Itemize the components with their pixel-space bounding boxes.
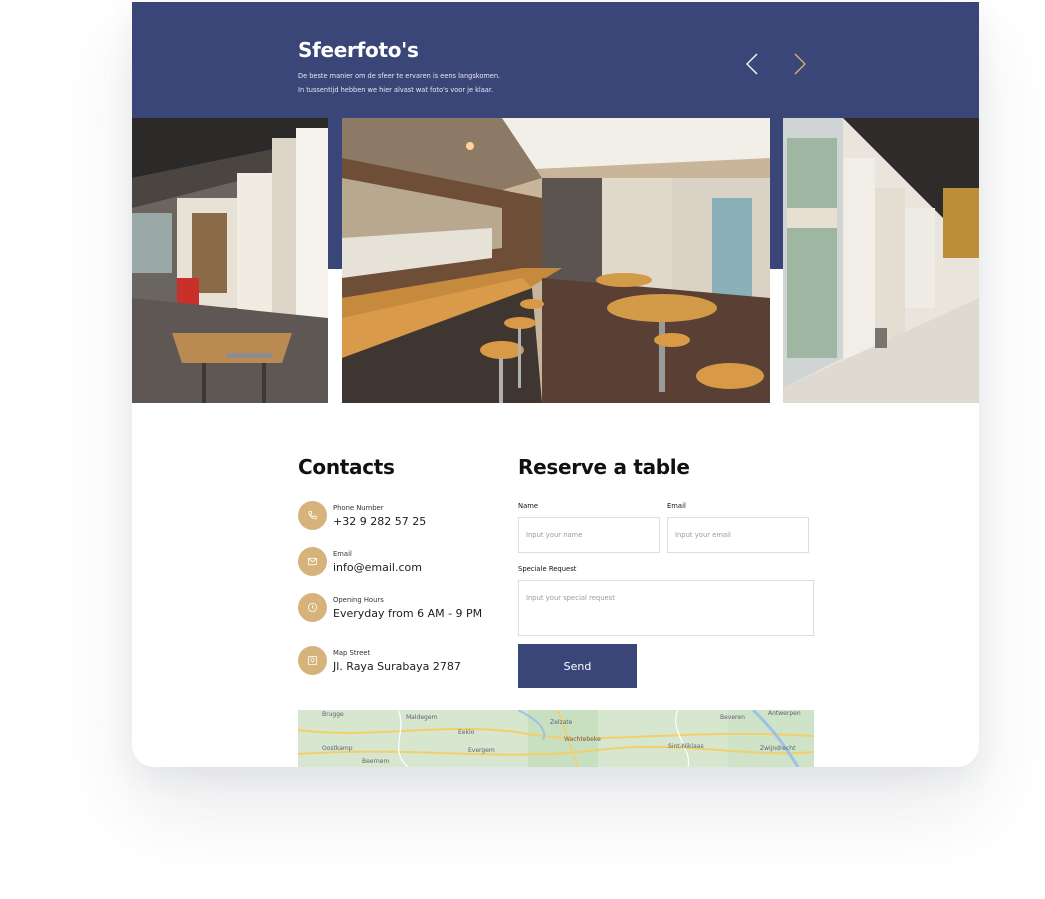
gallery-next-button[interactable]	[786, 52, 810, 76]
contact-value: +32 9 282 57 25	[333, 515, 427, 528]
contact-label: Phone Number	[333, 504, 384, 512]
restaurant-interior-image	[132, 118, 328, 403]
gallery-photo-1[interactable]	[132, 118, 328, 403]
contact-label: Map Street	[333, 649, 371, 657]
send-button[interactable]: Send	[518, 644, 637, 688]
gallery-subtitle: De beste manier om de sfeer te ervaren i…	[298, 69, 558, 97]
reserve-title: Reserve a table	[518, 455, 690, 479]
gallery-prev-button[interactable]	[742, 52, 766, 76]
contact-value: info@email.com	[333, 561, 422, 574]
map-label-evergem: Evergem	[468, 747, 495, 754]
email-input[interactable]	[667, 517, 809, 553]
mail-icon	[298, 547, 327, 576]
location-map[interactable]: Brugge Maldegem Eeklo Zelzate Beveren An…	[298, 710, 814, 767]
map-label-zelzate: Zelzate	[550, 719, 573, 726]
phone-icon	[298, 501, 327, 530]
gallery-photo-3[interactable]	[783, 118, 979, 403]
bar-interior-image	[342, 118, 770, 403]
map-label-brugge: Brugge	[322, 711, 344, 718]
map-label-beernem: Beernem	[362, 758, 389, 765]
gallery-subtitle-line-2: In tussentijd hebben we hier alvast wat …	[298, 86, 494, 94]
map-label-beveren: Beveren	[720, 714, 745, 721]
contact-label: Opening Hours	[333, 596, 384, 604]
map-label-oostkamp: Oostkamp	[322, 745, 353, 752]
contact-value: Everyday from 6 AM - 9 PM	[333, 607, 483, 620]
email-label: Email	[667, 502, 686, 510]
page-canvas: Sfeerfoto's De beste manier om de sfeer …	[0, 0, 1045, 899]
chevron-left-icon	[746, 53, 758, 75]
map-label-sint-niklaas: Sint-Niklaas	[668, 743, 704, 750]
name-label: Name	[518, 502, 539, 510]
contact-value: Jl. Raya Surabaya 2787	[333, 660, 461, 673]
map-label-maldegem: Maldegem	[406, 714, 438, 721]
map-image: Brugge Maldegem Eeklo Zelzate Beveren An…	[298, 710, 814, 767]
map-label-antwerpen: Antwerpen	[768, 710, 801, 717]
contacts-title: Contacts	[298, 455, 395, 479]
map-label-zwijndrecht: Zwijndrecht	[760, 745, 796, 752]
gallery-title: Sfeerfoto's	[298, 38, 419, 62]
chevron-right-icon	[794, 53, 806, 75]
name-input[interactable]	[518, 517, 660, 553]
map-label-eeklo: Eeklo	[458, 729, 475, 736]
special-request-input[interactable]	[518, 580, 814, 636]
special-request-label: Speciale Request	[518, 565, 577, 573]
website-card: Sfeerfoto's De beste manier om de sfeer …	[132, 2, 979, 767]
clock-icon	[298, 593, 327, 622]
contact-label: Email	[333, 550, 352, 558]
window-interior-image	[783, 118, 979, 403]
gallery-subtitle-line-1: De beste manier om de sfeer te ervaren i…	[298, 72, 501, 80]
map-label-wachtebeke: Wachtebeke	[564, 736, 601, 743]
map-icon	[298, 646, 327, 675]
gallery-photo-2[interactable]	[342, 118, 770, 403]
gallery-header: Sfeerfoto's De beste manier om de sfeer …	[132, 2, 979, 118]
